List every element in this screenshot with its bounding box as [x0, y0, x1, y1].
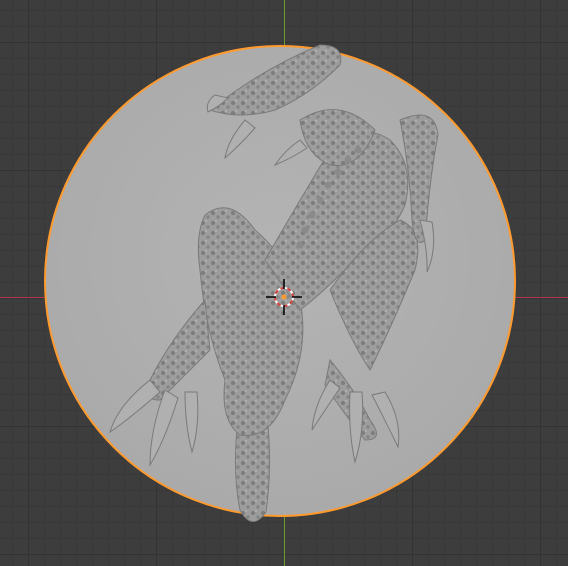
3d-viewport[interactable]	[0, 0, 568, 566]
viewport-scene[interactable]	[0, 0, 568, 566]
